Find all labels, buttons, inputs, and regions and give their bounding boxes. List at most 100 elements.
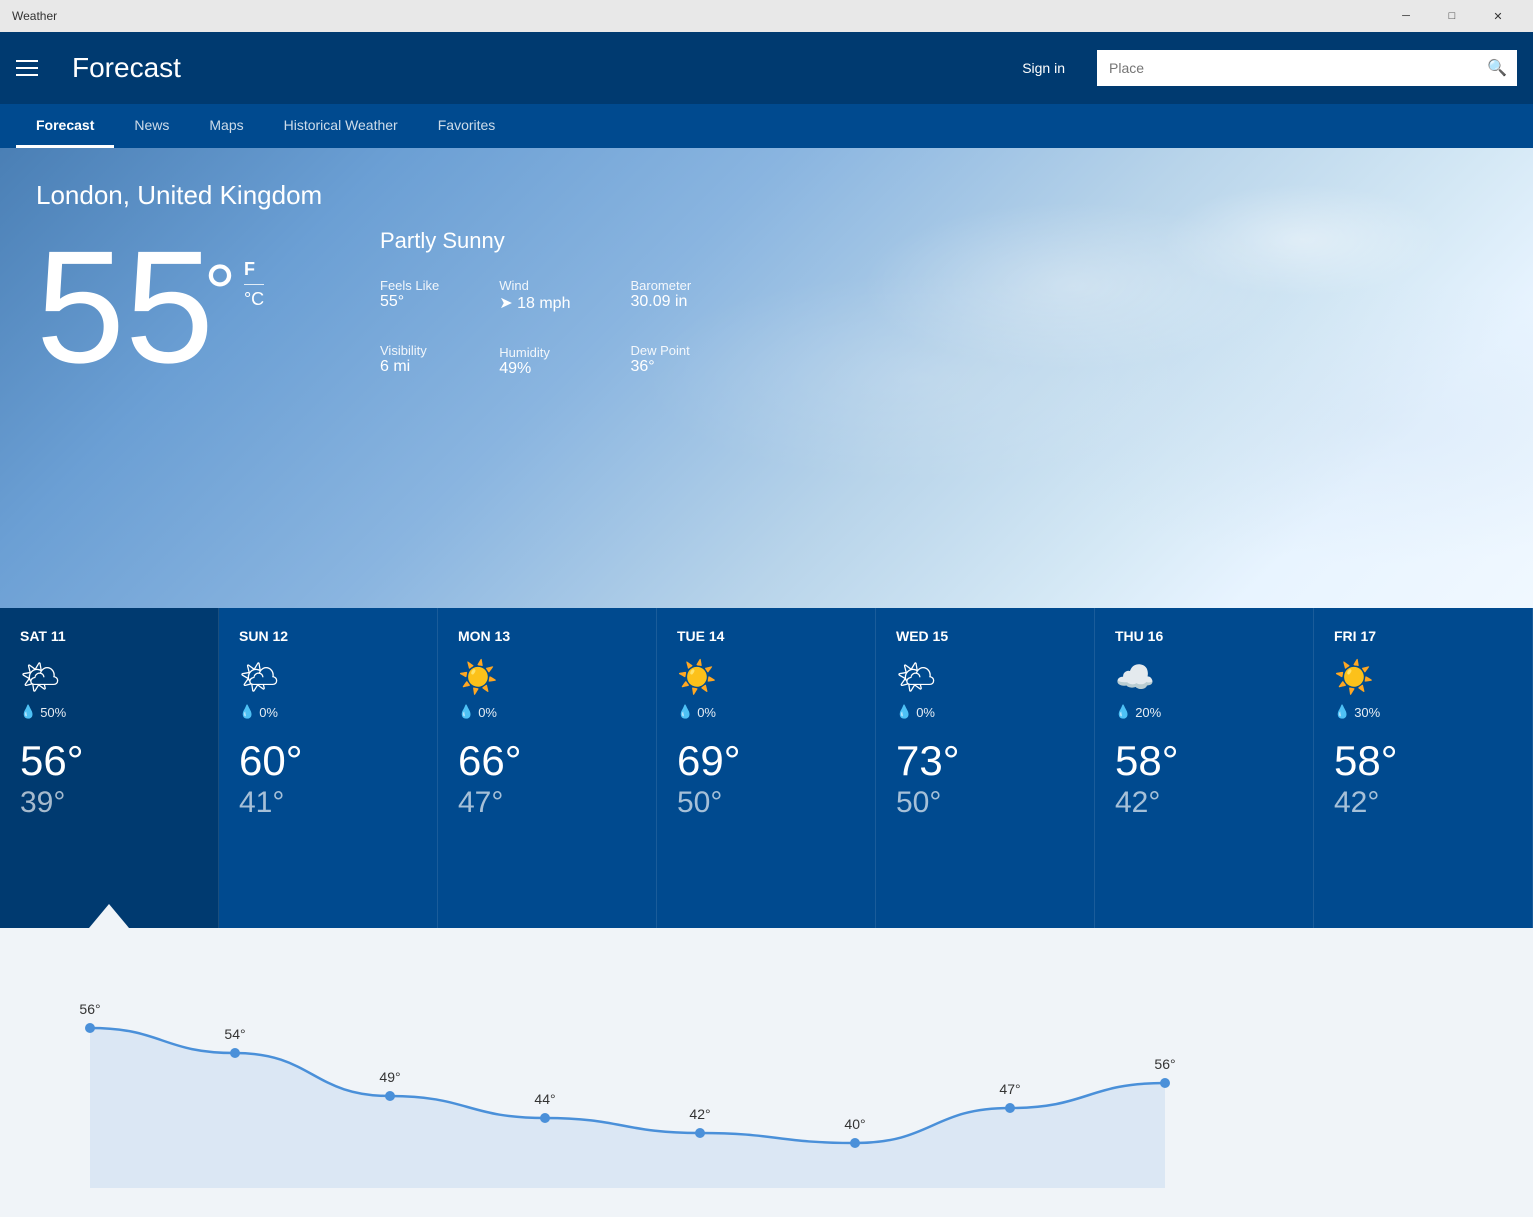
nav-forecast[interactable]: Forecast (16, 104, 114, 148)
day-name: MON 13 (458, 628, 636, 644)
forecast-day-6[interactable]: FRI 17 ☀️ 💧30% 58° 42° (1314, 608, 1533, 928)
humidity-stat: Humidity 49% (499, 345, 570, 378)
wind-value: ➤ 18 mph (499, 293, 570, 313)
high-temp: 66° (458, 740, 636, 782)
precip-value: 💧20% (1115, 704, 1293, 720)
temperature-chart: 56°54°49°44°42°40°47°56° (0, 928, 1533, 1217)
stats-col-2: Wind ➤ 18 mph Humidity 49% (499, 278, 570, 378)
sign-in-button[interactable]: Sign in (1022, 60, 1065, 76)
weather-icon: 🌤 (896, 658, 1074, 696)
minimize-button[interactable]: ─ (1383, 0, 1429, 32)
unit-toggle[interactable]: F °C (244, 255, 264, 314)
chart-label: 47° (999, 1081, 1020, 1097)
forecast-day-2[interactable]: MON 13 ☀️ 💧0% 66° 47° (438, 608, 657, 928)
visibility-value: 6 mi (380, 358, 439, 376)
drop-icon: 💧 (1334, 704, 1350, 720)
maximize-button[interactable]: □ (1429, 0, 1475, 32)
feels-like-stat: Feels Like 55° (380, 278, 439, 311)
drop-icon: 💧 (458, 704, 474, 720)
nav-news[interactable]: News (114, 104, 189, 148)
visibility-label: Visibility (380, 343, 439, 358)
chart-point (230, 1048, 240, 1058)
nav-bar: Forecast News Maps Historical Weather Fa… (0, 104, 1533, 148)
barometer-label: Barometer (630, 278, 691, 293)
stats-col-1: Feels Like 55° Visibility 6 mi (380, 278, 439, 378)
hero-section: London, United Kingdom 55 ° F °C Partly … (0, 148, 1533, 608)
humidity-label: Humidity (499, 345, 570, 360)
search-input[interactable] (1097, 50, 1477, 86)
app-title: Weather (12, 9, 57, 23)
chart-point (1160, 1078, 1170, 1088)
chart-point (850, 1138, 860, 1148)
chart-label: 49° (379, 1069, 400, 1085)
nav-favorites[interactable]: Favorites (418, 104, 516, 148)
humidity-value: 49% (499, 360, 570, 378)
dew-point-stat: Dew Point 36° (630, 343, 691, 376)
day-name: SUN 12 (239, 628, 417, 644)
feels-like-value: 55° (380, 293, 439, 311)
drop-icon: 💧 (896, 704, 912, 720)
forecast-day-5[interactable]: THU 16 ☁️ 💧20% 58° 42° (1095, 608, 1314, 928)
temperature-row: 55 ° F °C Partly Sunny Feels Like 55° V (36, 227, 1497, 387)
chart-svg: 56°54°49°44°42°40°47°56° (0, 948, 1533, 1188)
chart-label: 44° (534, 1091, 555, 1107)
low-temp: 42° (1334, 786, 1512, 820)
low-temp: 50° (677, 786, 855, 820)
dew-point-label: Dew Point (630, 343, 691, 358)
visibility-stat: Visibility 6 mi (380, 343, 439, 376)
forecast-day-0[interactable]: SAT 11 🌤 💧50% 56° 39° (0, 608, 219, 928)
chart-label: 40° (844, 1116, 865, 1132)
search-box: 🔍 (1097, 50, 1517, 86)
chart-label: 56° (79, 1001, 100, 1017)
app-header: Forecast Sign in 🔍 (0, 32, 1533, 104)
chart-point (695, 1128, 705, 1138)
hero-content: London, United Kingdom 55 ° F °C Partly … (0, 148, 1533, 419)
weather-icon: ☀️ (1334, 658, 1512, 696)
forecast-day-1[interactable]: SUN 12 🌤 💧0% 60° 41° (219, 608, 438, 928)
high-temp: 69° (677, 740, 855, 782)
selection-arrow (89, 904, 129, 928)
barometer-value: 30.09 in (630, 293, 691, 311)
window-controls: ─ □ ✕ (1383, 0, 1521, 32)
chart-point (1005, 1103, 1015, 1113)
degree-symbol: ° (204, 247, 236, 339)
high-temp: 60° (239, 740, 417, 782)
unit-f[interactable]: F (244, 255, 264, 284)
day-name: FRI 17 (1334, 628, 1512, 644)
temperature-value: 55 (36, 227, 214, 387)
location-label: London, United Kingdom (36, 180, 1497, 211)
weather-icon: ☀️ (677, 658, 855, 696)
day-name: TUE 14 (677, 628, 855, 644)
drop-icon: 💧 (1115, 704, 1131, 720)
conditions-panel: Partly Sunny Feels Like 55° Visibility 6… (380, 228, 691, 378)
search-button[interactable]: 🔍 (1477, 50, 1517, 86)
low-temp: 47° (458, 786, 636, 820)
low-temp: 41° (239, 786, 417, 820)
chart-label: 42° (689, 1106, 710, 1122)
low-temp: 39° (20, 786, 198, 820)
high-temp: 56° (20, 740, 198, 782)
menu-button[interactable] (16, 50, 52, 86)
close-button[interactable]: ✕ (1475, 0, 1521, 32)
condition-label: Partly Sunny (380, 228, 691, 254)
wind-stat: Wind ➤ 18 mph (499, 278, 570, 313)
unit-c[interactable]: °C (244, 285, 264, 314)
chart-point (85, 1023, 95, 1033)
nav-historical-weather[interactable]: Historical Weather (264, 104, 418, 148)
precip-value: 💧0% (239, 704, 417, 720)
drop-icon: 💧 (677, 704, 693, 720)
weather-icon: ☀️ (458, 658, 636, 696)
forecast-day-3[interactable]: TUE 14 ☀️ 💧0% 69° 50° (657, 608, 876, 928)
high-temp: 58° (1334, 740, 1512, 782)
low-temp: 50° (896, 786, 1074, 820)
barometer-stat: Barometer 30.09 in (630, 278, 691, 311)
wind-label: Wind (499, 278, 570, 293)
precip-value: 💧50% (20, 704, 198, 720)
nav-maps[interactable]: Maps (189, 104, 263, 148)
forecast-day-4[interactable]: WED 15 🌤 💧0% 73° 50° (876, 608, 1095, 928)
drop-icon: 💧 (20, 704, 36, 720)
low-temp: 42° (1115, 786, 1293, 820)
day-name: SAT 11 (20, 628, 198, 644)
chart-point (385, 1091, 395, 1101)
stats-col-3: Barometer 30.09 in Dew Point 36° (630, 278, 691, 378)
